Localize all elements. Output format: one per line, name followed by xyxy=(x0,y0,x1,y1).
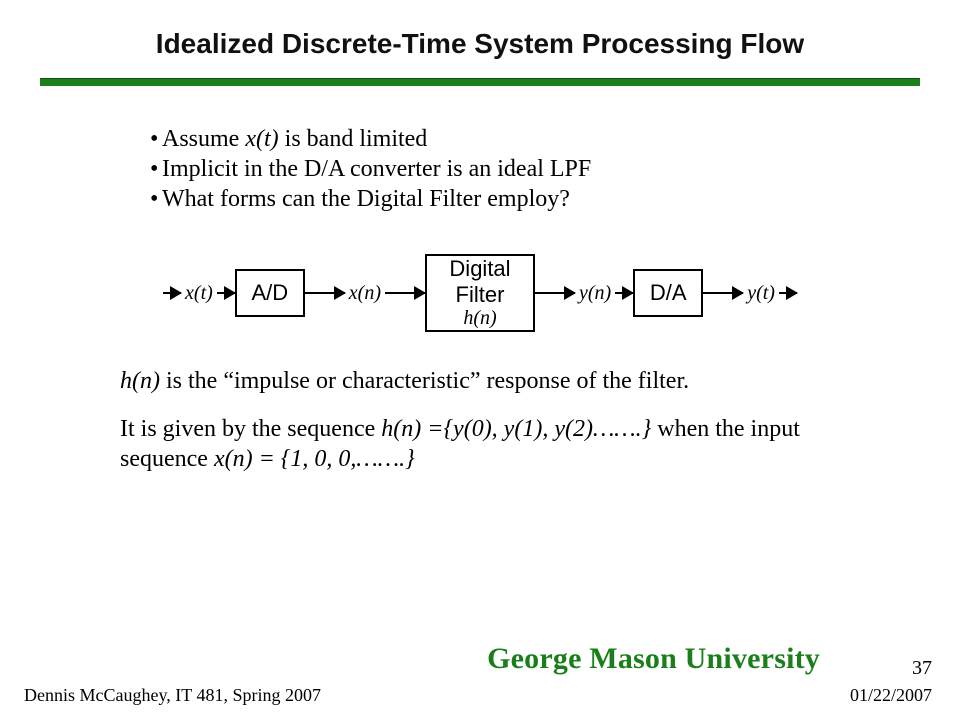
slide-title: Idealized Discrete-Time System Processin… xyxy=(0,0,960,60)
p2-pre: It is given by the sequence xyxy=(120,416,381,442)
bullet-2-text: Implicit in the D/A converter is an idea… xyxy=(162,154,591,184)
arrow-icon xyxy=(615,292,633,294)
title-underline xyxy=(40,78,920,86)
arrow-icon xyxy=(163,292,181,294)
bullet-3: • What forms can the Digital Filter empl… xyxy=(150,184,850,214)
bullet-2: • Implicit in the D/A converter is an id… xyxy=(150,154,850,184)
signal-yn: y(n) xyxy=(575,282,615,305)
arrow-icon xyxy=(217,292,235,294)
university-logo-text: George Mason University xyxy=(487,642,820,676)
filter-label-1: Digital xyxy=(437,256,523,281)
arrow-icon xyxy=(305,292,345,294)
p2-seq: h(n) ={y(0), y(1), y(2)…….} xyxy=(381,416,651,442)
bullet-dot: • xyxy=(150,154,162,184)
block-ad: A/D xyxy=(235,269,305,317)
footer-author: Dennis McCaughey, IT 481, Spring 2007 xyxy=(24,685,321,706)
block-da: D/A xyxy=(633,269,703,317)
bullet-1-post: is band limited xyxy=(279,126,428,152)
paragraph-2: It is given by the sequence h(n) ={y(0),… xyxy=(120,414,840,474)
bullet-3-text: What forms can the Digital Filter employ… xyxy=(162,184,570,214)
bullet-1: • Assume x(t) is band limited xyxy=(150,124,850,154)
bullet-dot: • xyxy=(150,124,162,154)
signal-yt: y(t) xyxy=(743,282,779,305)
bullet-list: • Assume x(t) is band limited • Implicit… xyxy=(150,124,850,214)
p1-var: h(n) xyxy=(120,368,160,394)
filter-label-2: Filter xyxy=(437,282,523,307)
paragraph-1: h(n) is the “impulse or characteristic” … xyxy=(120,366,840,396)
signal-xn: x(n) xyxy=(345,282,385,305)
block-diagram: x(t) A/D x(n) Digital Filter h(n) y(n) D… xyxy=(70,254,890,332)
p2-xseq: x(n) = {1, 0, 0,…….} xyxy=(214,446,415,472)
arrow-icon xyxy=(703,292,743,294)
footer-date: 01/22/2007 xyxy=(850,685,932,706)
body-paragraphs: h(n) is the “impulse or characteristic” … xyxy=(120,366,840,474)
block-digital-filter: Digital Filter h(n) xyxy=(425,254,535,332)
arrow-icon xyxy=(535,292,575,294)
footer-page-number: 37 xyxy=(912,657,932,680)
arrow-icon xyxy=(385,292,425,294)
bullet-1-var: x(t) xyxy=(245,126,278,152)
filter-hn: h(n) xyxy=(437,307,523,330)
arrow-icon xyxy=(779,292,797,294)
bullet-dot: • xyxy=(150,184,162,214)
block-ad-label: A/D xyxy=(247,280,293,306)
bullet-1-pre: Assume xyxy=(162,126,245,152)
p1-rest: is the “impulse or characteristic” respo… xyxy=(160,368,689,394)
block-da-label: D/A xyxy=(645,280,691,306)
signal-xt: x(t) xyxy=(181,282,217,305)
